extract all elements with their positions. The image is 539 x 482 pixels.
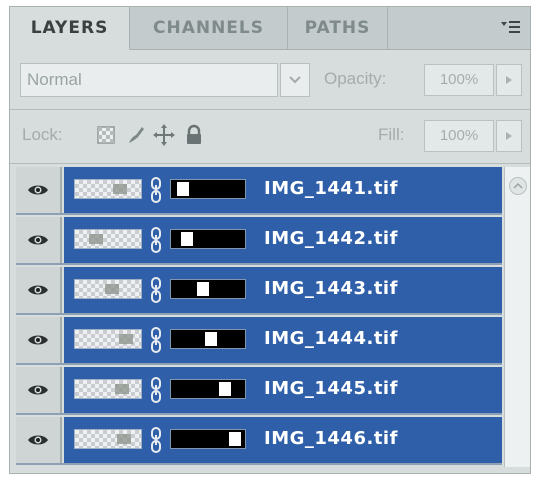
layer-thumbnail[interactable]	[74, 379, 142, 399]
layer-mask-thumbnail[interactable]	[170, 379, 246, 399]
chevron-down-icon	[289, 76, 301, 84]
layer-row[interactable]: IMG_1444.tif	[16, 317, 502, 365]
lock-label: Lock:	[22, 125, 63, 144]
eye-icon	[28, 185, 48, 195]
layer-visibility-toggle[interactable]	[16, 217, 62, 263]
tab-channels[interactable]: CHANNELS	[130, 7, 288, 49]
layer-selection-highlight[interactable]: IMG_1442.tif	[64, 217, 502, 263]
layer-row[interactable]: IMG_1442.tif	[16, 217, 502, 265]
layer-visibility-toggle[interactable]	[16, 317, 62, 363]
link-chain-icon[interactable]	[150, 177, 162, 203]
layer-row[interactable]: IMG_1445.tif	[16, 367, 502, 415]
link-chain-icon[interactable]	[150, 327, 162, 353]
layer-row[interactable]: IMG_1446.tif	[16, 417, 502, 465]
divider	[10, 163, 530, 164]
layer-selection-highlight[interactable]: IMG_1441.tif	[64, 167, 502, 213]
lock-image-pixels-icon[interactable]	[124, 123, 148, 147]
chevron-right-icon	[506, 132, 512, 140]
layer-selection-highlight[interactable]: IMG_1446.tif	[64, 417, 502, 463]
layer-list-scrollbar[interactable]	[504, 167, 530, 467]
layer-name[interactable]: IMG_1442.tif	[264, 228, 398, 249]
layer-mask-thumbnail[interactable]	[170, 279, 246, 299]
layer-thumbnail[interactable]	[74, 429, 142, 449]
layer-visibility-toggle[interactable]	[16, 367, 62, 413]
layer-name[interactable]: IMG_1444.tif	[264, 328, 398, 349]
scroll-up-button[interactable]	[509, 177, 527, 195]
opacity-input[interactable]: 100%	[424, 64, 494, 96]
layer-row[interactable]: IMG_1443.tif	[16, 267, 502, 315]
tab-layers[interactable]: LAYERS	[10, 7, 130, 50]
link-chain-icon[interactable]	[150, 377, 162, 403]
eye-icon	[28, 385, 48, 395]
lock-all-icon[interactable]	[182, 123, 206, 147]
fill-slider-button[interactable]	[496, 120, 522, 152]
layer-selection-highlight[interactable]: IMG_1443.tif	[64, 267, 502, 313]
divider	[10, 109, 530, 110]
link-chain-icon[interactable]	[150, 227, 162, 253]
fill-input[interactable]: 100%	[424, 120, 494, 152]
fill-label: Fill:	[378, 125, 405, 144]
layer-visibility-toggle[interactable]	[16, 167, 62, 213]
panel-tab-bar: LAYERS CHANNELS PATHS	[10, 7, 530, 50]
layer-thumbnail[interactable]	[74, 229, 142, 249]
eye-icon	[28, 285, 48, 295]
eye-icon	[28, 335, 48, 345]
layer-visibility-toggle[interactable]	[16, 417, 62, 463]
layer-thumbnail[interactable]	[74, 179, 142, 199]
panel-menu-icon[interactable]	[496, 15, 524, 39]
layer-list: IMG_1441.tif IMG_1442.tif IMG_1443.tif I…	[16, 167, 502, 467]
eye-icon	[28, 235, 48, 245]
layer-selection-highlight[interactable]: IMG_1444.tif	[64, 317, 502, 363]
opacity-slider-button[interactable]	[496, 64, 522, 96]
chevron-right-icon	[506, 76, 512, 84]
layer-row[interactable]: IMG_1441.tif	[16, 167, 502, 215]
lock-transparent-pixels-icon[interactable]	[94, 123, 118, 147]
layers-panel: LAYERS CHANNELS PATHS Normal Opacity: 10…	[9, 6, 531, 474]
layer-mask-thumbnail[interactable]	[170, 329, 246, 349]
chevron-up-icon	[513, 182, 523, 189]
eye-icon	[28, 435, 48, 445]
blend-mode-dropdown-button[interactable]	[280, 63, 310, 97]
tab-paths[interactable]: PATHS	[288, 7, 388, 49]
layer-name[interactable]: IMG_1441.tif	[264, 178, 398, 199]
layer-visibility-toggle[interactable]	[16, 267, 62, 313]
lock-position-icon[interactable]	[152, 123, 176, 147]
layer-mask-thumbnail[interactable]	[170, 429, 246, 449]
opacity-label: Opacity:	[324, 69, 387, 88]
layer-name[interactable]: IMG_1446.tif	[264, 428, 398, 449]
layer-thumbnail[interactable]	[74, 279, 142, 299]
layer-mask-thumbnail[interactable]	[170, 179, 246, 199]
layer-name[interactable]: IMG_1443.tif	[264, 278, 398, 299]
link-chain-icon[interactable]	[150, 277, 162, 303]
blend-mode-select[interactable]: Normal	[20, 63, 278, 97]
layer-thumbnail[interactable]	[74, 329, 142, 349]
link-chain-icon[interactable]	[150, 427, 162, 453]
layer-name[interactable]: IMG_1445.tif	[264, 378, 398, 399]
layer-selection-highlight[interactable]: IMG_1445.tif	[64, 367, 502, 413]
layer-mask-thumbnail[interactable]	[170, 229, 246, 249]
